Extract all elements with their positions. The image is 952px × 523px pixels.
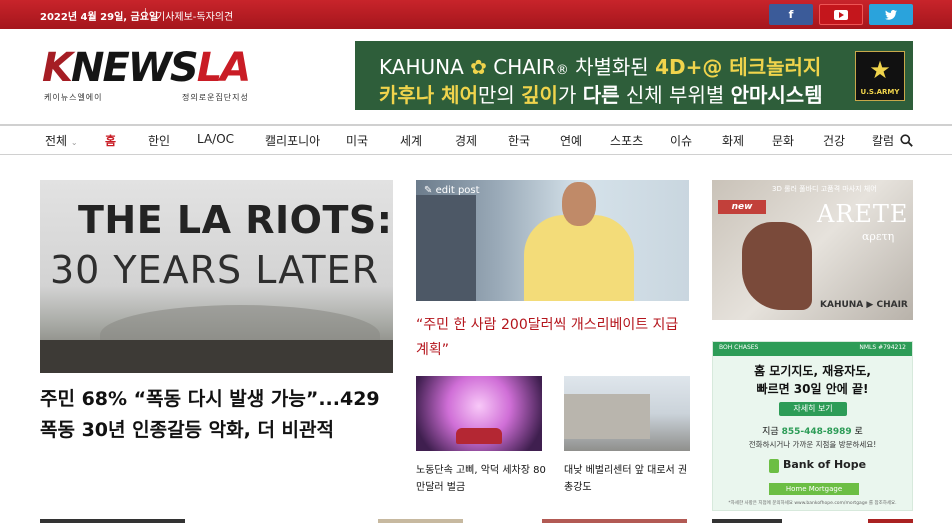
youtube-icon [834,9,848,20]
top-bar: 2022년 4월 29일, 금요일 기사제보-독자의견 f [0,0,952,29]
chair-ad-tagline: 3D 롤러 풀바디 고품격 마사지 체어 [772,185,877,193]
nav-economy[interactable]: 경제 [455,132,477,149]
next-row-image [378,519,463,523]
mid-story-headline[interactable]: “주민 한 사람 200달러씩 개스리베이트 지급 계획” [416,313,691,363]
next-row-image [868,519,913,523]
bank-ad-desc: 전화하시거나 가까운 지점을 방문하세요! [748,440,877,449]
pencil-icon: ✎ [424,185,433,196]
us-army-logo: ★ U.S.ARMY [855,51,905,101]
nav-la-oc[interactable]: LA/OC [197,132,234,146]
person-head [562,182,596,226]
thumb-caption-2[interactable]: 대낮 베벌리센터 앞 대로서 권총강도 [564,462,692,496]
twitter-icon [885,9,897,20]
chair-ad-title: ARETE [817,200,909,228]
top-bar-divider [145,8,146,20]
site-logo[interactable]: KNEWSLA 케이뉴스엘에이 정의로운집단지성 [42,46,272,106]
person-figure [524,215,634,301]
logo-wordmark: KNEWSLA [42,45,251,91]
bank-details-button[interactable]: 자세히 보기 [779,402,847,416]
nav-world[interactable]: 세계 [400,132,422,149]
new-badge: new [718,200,766,214]
bank-phone: 지금 855-448-8989 로 [762,427,863,437]
nav-home[interactable]: 홈 [105,132,116,149]
nav-korean[interactable]: 한인 [148,132,170,149]
main-story-headline[interactable]: 주민 68% “폭동 다시 발생 가능”...429 폭동 30년 인종갈등 악… [40,384,395,446]
nav-topic[interactable]: 화제 [722,132,744,149]
banner-line-1: KAHUNA ✿ CHAIR® 차별화된 4D+@ 테크놀러지 [379,55,822,79]
main-story-image[interactable]: THE LA RIOTS: 30 YEARS LATER [40,180,393,373]
chair-ad-subtitle: αρετη [862,230,895,243]
flower-icon: ✿ [470,55,487,79]
bank-ad-header-left: BOH CHASES [719,344,759,351]
nav-culture[interactable]: 문화 [772,132,794,149]
next-row-image [542,519,687,523]
nav-korea[interactable]: 한국 [508,132,530,149]
bank-fine-print: *자세한 사항은 지점에 문의하세요 www.bankofhope.com/mo… [728,501,897,506]
image-title-line-2: 30 YEARS LATER [50,248,379,292]
chevron-down-icon: ⌄ [70,138,78,147]
nav-all[interactable]: 전체 ⌄ [45,132,78,149]
nav-issue[interactable]: 이슈 [670,132,692,149]
building-shape [564,394,650,439]
nav-health[interactable]: 건강 [823,132,845,149]
edit-post-link[interactable]: ✎ edit post [424,185,480,196]
massage-chair-image [742,222,812,310]
logo-subtitle-right: 정의로운집단지성 [182,93,249,102]
kahuna-chair-banner-ad[interactable]: KAHUNA ✿ CHAIR® 차별화된 4D+@ 테크놀러지 카후나 체어만의… [355,41,913,110]
search-icon[interactable] [900,134,913,147]
car-shape [456,428,502,444]
logo-subtitle-left: 케이뉴스엘에이 [44,93,103,102]
thumb-caption-1[interactable]: 노동단속 고삐, 악덕 세차장 80만달러 벌금 [416,462,546,496]
bank-of-hope-ad[interactable]: BOH CHASES NMLS #794212 홈 모기지도, 재융자도, 빠르면… [712,341,913,511]
bank-ad-header-right: NMLS #794212 [859,344,906,351]
nav-column[interactable]: 칼럼 [872,132,894,149]
twitter-button[interactable] [869,4,913,25]
chair-ad-brand: KAHUNA ▶ CHAIR [820,300,908,310]
image-title-line-1: THE LA RIOTS: [78,198,393,242]
star-icon: ★ [869,56,891,84]
next-row-image [40,519,185,523]
bank-logo-icon [769,459,779,473]
nav-california[interactable]: 캘리포니아 [265,132,320,149]
mid-story-image[interactable] [416,180,689,301]
facebook-button[interactable]: f [769,4,813,25]
nav-sports[interactable]: 스포츠 [610,132,643,149]
report-news-link[interactable]: 기사제보-독자의견 [156,8,233,23]
banner-line-2: 카후나 체어만의 깊이가 다른 신체 부위별 안마시스템 [379,83,823,107]
youtube-button[interactable] [819,4,863,25]
current-date: 2022년 4월 29일, 금요일 [40,12,159,23]
facebook-icon: f [788,8,794,21]
bank-ad-headline: 홈 모기지도, 재융자도, 빠르면 30일 안에 끝! [754,364,871,396]
image-crowd [40,340,393,373]
bank-name: Bank of Hope [783,458,867,471]
arete-chair-ad[interactable]: 3D 롤러 풀바디 고품격 마사지 체어 new ARETE αρετη KAH… [712,180,913,320]
car-wash-thumbnail[interactable] [416,376,542,451]
next-row-image [712,519,782,523]
beverly-center-thumbnail[interactable] [564,376,690,451]
nav-entertainment[interactable]: 연예 [560,132,582,149]
main-nav: 전체 ⌄ 홈 한인 LA/OC 캘리포니아 미국 세계 경제 한국 연예 스포츠… [0,124,952,155]
nav-usa[interactable]: 미국 [346,132,368,149]
home-mortgage-button[interactable]: Home Mortgage [769,483,859,495]
gas-pump [416,195,476,301]
